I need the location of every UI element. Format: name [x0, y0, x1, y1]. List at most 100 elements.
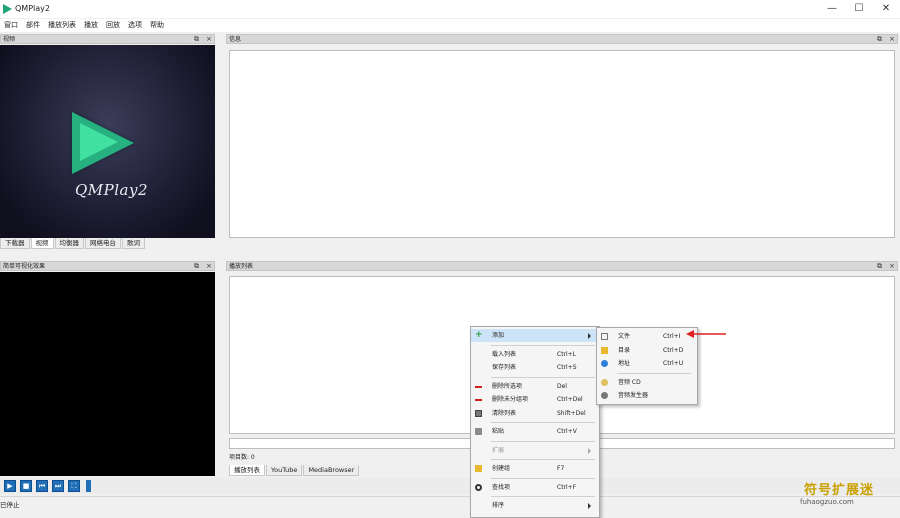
previous-button[interactable]: ⏮	[36, 480, 48, 492]
menu-separator	[491, 376, 595, 378]
menu-item-label: 添加	[492, 332, 505, 339]
submenu-item-label: 文件	[618, 333, 631, 340]
context-menu-item[interactable]: 删除所选项 Del	[471, 380, 597, 393]
playlist-dock-title: 播放列表	[229, 263, 254, 270]
submenu-item-label: 地址	[618, 360, 631, 367]
context-menu-item[interactable]: 清除列表 Shift+Del	[471, 407, 597, 420]
stop-button[interactable]: ■	[20, 480, 32, 492]
menu-item-1[interactable]: 部件	[22, 19, 44, 32]
menu-item-label: 保存列表	[492, 364, 517, 371]
context-menu-item[interactable]: 粘贴 Ctrl+V	[471, 425, 597, 438]
window-title: QMPlay2	[15, 4, 50, 13]
search-icon	[475, 483, 482, 491]
menu-item-label: 删除所选项	[492, 382, 523, 390]
maximize-button[interactable]: ☐	[847, 2, 871, 16]
submenu-item-shortcut: Ctrl+D	[663, 346, 684, 354]
context-menu-item[interactable]: 排序	[471, 499, 597, 512]
paste-icon	[475, 428, 482, 435]
submenu-item[interactable]: 音频发生器	[597, 389, 695, 402]
add-submenu: 文件 Ctrl+I 目录 Ctrl+D 地址 Ctrl+U 音频 CD 音频发生器	[596, 327, 698, 405]
remove-icon	[475, 385, 482, 388]
add-icon: +	[475, 330, 483, 340]
context-menu-item: 扩展	[471, 444, 597, 457]
annotation-arrow	[686, 330, 726, 338]
menu-item-5[interactable]: 选项	[124, 19, 146, 32]
context-menu-item[interactable]: 创建组 F7	[471, 462, 597, 475]
submenu-arrow-icon	[588, 503, 591, 509]
menu-item-shortcut: Shift+Del	[557, 409, 586, 417]
submenu-item[interactable]: 文件 Ctrl+I	[597, 330, 695, 343]
menu-item-4[interactable]: 回放	[102, 19, 124, 32]
menu-item-3[interactable]: 播放	[80, 19, 102, 32]
menu-item-0[interactable]: 窗口	[0, 19, 22, 32]
context-menu-item[interactable]: + 添加	[471, 329, 597, 342]
menu-separator	[491, 344, 595, 346]
cd-icon	[601, 378, 608, 386]
left-tab-4[interactable]: 歌词	[122, 238, 145, 249]
volume-slider[interactable]	[86, 480, 91, 492]
menu-item-label: 排序	[492, 502, 505, 509]
float-icon[interactable]: ⧉	[877, 35, 882, 44]
watermark-url: fuhaogzuo.com	[800, 498, 854, 506]
submenu-item[interactable]: 目录 Ctrl+D	[597, 344, 695, 357]
submenu-item[interactable]: 音频 CD	[597, 376, 695, 389]
bottom-tab-2[interactable]: MediaBrowser	[303, 465, 360, 476]
video-dock-title: 视频	[3, 36, 16, 43]
close-icon[interactable]: ×	[889, 35, 895, 44]
submenu-item[interactable]: 地址 Ctrl+U	[597, 357, 695, 370]
float-icon[interactable]: ⧉	[194, 262, 199, 271]
close-icon[interactable]: ×	[206, 35, 212, 44]
visualization-dock-header: 简单可视化效果 ⧉ ×	[0, 261, 215, 271]
playlist-dock-header: 播放列表 ⧉ ×	[226, 261, 898, 271]
menu-separator	[491, 477, 595, 479]
menu-item-shortcut: Ctrl+Del	[557, 396, 583, 403]
menu-item-label: 删除未分组项	[492, 396, 529, 403]
menu-bar: 窗口 部件 播放列表 播放 回放 选项 帮助	[0, 19, 900, 32]
menu-item-label: 创建组	[492, 465, 511, 472]
close-icon[interactable]: ×	[206, 262, 212, 271]
file-icon	[601, 333, 608, 340]
submenu-item-label: 音频发生器	[618, 392, 649, 399]
watermark-logo: 符号扩展迷	[804, 483, 875, 498]
left-tab-1[interactable]: 视频	[30, 238, 54, 249]
folder-new-icon	[475, 465, 482, 472]
info-dock-title: 信息	[229, 36, 242, 43]
bottom-tab-0[interactable]: 播放列表	[229, 465, 265, 476]
close-button[interactable]: ✕	[874, 2, 898, 16]
float-icon[interactable]: ⧉	[877, 262, 882, 271]
left-tab-0[interactable]: 下载器	[0, 238, 30, 249]
menu-item-label: 粘贴	[492, 428, 505, 435]
menu-item-shortcut: Del	[557, 382, 567, 390]
menu-item-shortcut: Ctrl+S	[557, 364, 577, 371]
menu-item-6[interactable]: 帮助	[146, 19, 168, 32]
float-icon[interactable]: ⧉	[194, 35, 199, 44]
next-button[interactable]: ⏭	[52, 480, 64, 492]
menu-separator	[491, 496, 595, 497]
menu-item-shortcut: Ctrl+V	[557, 428, 577, 435]
fullscreen-button[interactable]: ⛶	[68, 480, 80, 492]
context-menu-item[interactable]: 保存列表 Ctrl+S	[471, 361, 597, 374]
bottom-tab-1[interactable]: YouTube	[266, 465, 303, 476]
context-menu-item[interactable]: 删除未分组项 Ctrl+Del	[471, 393, 597, 406]
info-dock-header: 信息 ⧉ ×	[226, 34, 898, 44]
visualization-dock-title: 简单可视化效果	[3, 263, 46, 270]
menu-item-2[interactable]: 播放列表	[44, 19, 80, 32]
menu-item-label: 扩展	[492, 446, 505, 454]
left-tab-3[interactable]: 网络电台	[85, 238, 121, 249]
status-bar	[0, 496, 900, 517]
minimize-button[interactable]: —	[820, 2, 844, 16]
video-dock-header: 视频 ⧉ ×	[0, 34, 215, 44]
logo-text: QMPlay2	[75, 181, 149, 199]
submenu-arrow-icon	[588, 333, 591, 339]
left-tab-2[interactable]: 均衡器	[54, 238, 84, 249]
playlist-entries-count: 项目数: 0	[229, 454, 255, 461]
submenu-item-shortcut: Ctrl+U	[663, 360, 684, 367]
clear-list-icon	[475, 409, 482, 417]
play-button[interactable]: ▶	[4, 480, 16, 492]
visualization-area	[0, 272, 215, 476]
controls-bar	[0, 478, 900, 494]
menu-separator	[617, 372, 691, 374]
close-icon[interactable]: ×	[889, 262, 895, 271]
context-menu-item[interactable]: 查找项 Ctrl+F	[471, 481, 597, 494]
context-menu-item[interactable]: 载入列表 Ctrl+L	[471, 348, 597, 361]
